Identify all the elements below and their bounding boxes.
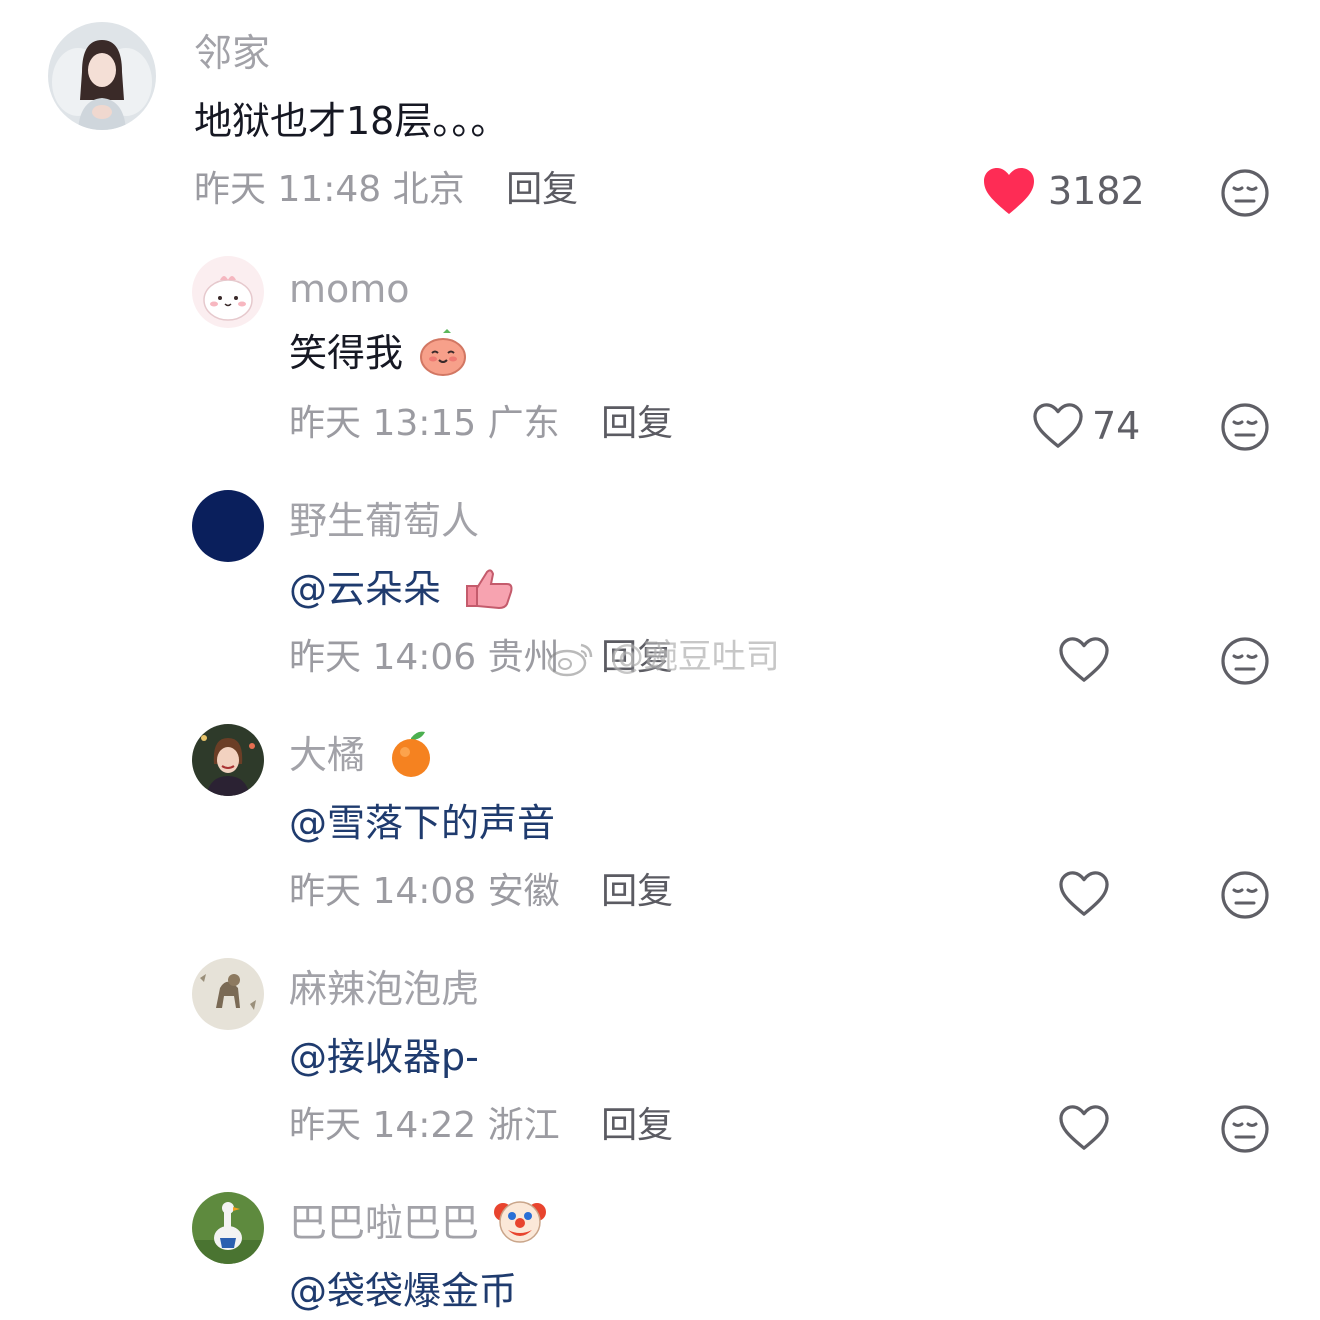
comment-location: 安徽 bbox=[487, 871, 560, 912]
like-count: 74 bbox=[1092, 404, 1141, 448]
comment-meta: 昨天 14:08 安徽 回复 bbox=[289, 874, 673, 910]
comment-text: 地狱也才18层。。。 bbox=[194, 99, 509, 143]
heart-outline-icon bbox=[1059, 871, 1109, 916]
heart-outline-icon bbox=[1033, 403, 1083, 448]
meh-face-icon bbox=[1221, 871, 1269, 919]
comment-meta: 昨天 11:48 北京 回复 bbox=[194, 172, 578, 208]
username[interactable]: 邻家 bbox=[194, 34, 270, 72]
meh-face-icon bbox=[1221, 403, 1269, 451]
comment-time: 昨天 11:48 bbox=[194, 169, 382, 210]
username[interactable]: 大橘 bbox=[289, 731, 435, 778]
watermark: @豌豆吐司 bbox=[545, 640, 780, 677]
tangerine-emoji-icon bbox=[392, 731, 431, 777]
comment-text: @云朵朵 bbox=[289, 568, 517, 610]
comment-text: @雪落下的声音 bbox=[289, 801, 556, 845]
username[interactable]: 巴巴啦巴巴 bbox=[289, 1200, 547, 1246]
heart-outline-icon bbox=[1059, 1105, 1109, 1150]
dislike-button[interactable] bbox=[1220, 636, 1270, 690]
comment-text: @袋袋爆金币 bbox=[289, 1269, 518, 1313]
like-button[interactable]: 3182 bbox=[982, 166, 1145, 216]
comment-text: 笑得我 bbox=[289, 328, 469, 377]
comment-meta: 昨天 13:15 广东 回复 bbox=[289, 406, 673, 442]
username[interactable]: momo bbox=[289, 270, 410, 308]
like-button[interactable] bbox=[1058, 636, 1110, 684]
meh-face-icon bbox=[1221, 637, 1269, 685]
comment-time: 昨天 14:06 bbox=[289, 637, 477, 678]
like-button[interactable]: 74 bbox=[1032, 402, 1140, 450]
heart-outline-icon bbox=[1059, 637, 1109, 682]
dislike-button[interactable] bbox=[1220, 402, 1270, 456]
clown-face-emoji-icon bbox=[494, 1200, 547, 1243]
reply-button[interactable]: 回复 bbox=[601, 406, 673, 442]
avatar[interactable] bbox=[192, 256, 264, 328]
avatar[interactable] bbox=[192, 490, 264, 562]
meh-face-icon bbox=[1221, 1105, 1269, 1153]
comment-time: 昨天 13:15 bbox=[289, 403, 477, 444]
like-button[interactable] bbox=[1058, 1104, 1110, 1152]
avatar[interactable] bbox=[192, 1192, 264, 1264]
comment-location: 广东 bbox=[487, 403, 560, 444]
comment-time: 昨天 14:08 bbox=[289, 871, 477, 912]
avatar[interactable] bbox=[192, 958, 264, 1030]
comment-location: 浙江 bbox=[487, 1105, 560, 1146]
smiling-peach-emoji-icon bbox=[420, 328, 467, 376]
username[interactable]: 麻辣泡泡虎 bbox=[289, 970, 479, 1008]
username[interactable]: 野生葡萄人 bbox=[289, 502, 479, 540]
dislike-button[interactable] bbox=[1220, 870, 1270, 924]
weibo-logo-icon bbox=[547, 643, 593, 676]
dislike-button[interactable] bbox=[1220, 1104, 1270, 1158]
comment-meta: 昨天 14:22 浙江 回复 bbox=[289, 1108, 673, 1144]
reply-button[interactable]: 回复 bbox=[506, 172, 578, 208]
comment-text: @接收器p- bbox=[289, 1035, 479, 1079]
avatar[interactable] bbox=[192, 724, 264, 796]
reply-button[interactable]: 回复 bbox=[601, 1108, 673, 1144]
watermark-text: @豌豆吐司 bbox=[609, 637, 780, 677]
like-count: 3182 bbox=[1048, 169, 1145, 213]
comment-time: 昨天 14:22 bbox=[289, 1105, 477, 1146]
dislike-button[interactable] bbox=[1220, 168, 1270, 222]
avatar[interactable] bbox=[48, 22, 156, 130]
heart-filled-icon bbox=[984, 168, 1034, 214]
meh-face-icon bbox=[1221, 169, 1269, 217]
comment-location: 北京 bbox=[392, 169, 465, 210]
like-button[interactable] bbox=[1058, 870, 1110, 918]
reply-button[interactable]: 回复 bbox=[601, 874, 673, 910]
thumbs-up-emoji-icon bbox=[466, 568, 513, 609]
